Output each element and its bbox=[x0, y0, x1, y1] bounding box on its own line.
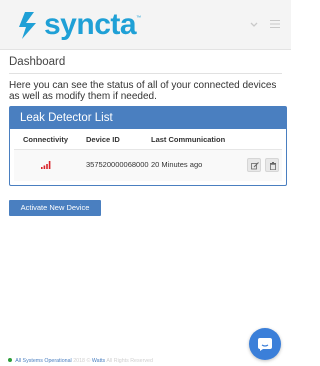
table-row[interactable]: 357520000068000 20 Minutes ago bbox=[14, 149, 282, 181]
title-divider bbox=[9, 73, 282, 74]
copyright-year: 2018 © bbox=[73, 358, 91, 364]
hamburger-menu-icon[interactable] bbox=[269, 18, 281, 30]
column-header-last-communication: Last Communication bbox=[151, 135, 226, 144]
app-header: syncta ™ bbox=[0, 0, 291, 50]
panel-title: Leak Detector List bbox=[10, 107, 286, 129]
leak-detector-panel: Leak Detector List Connectivity Device I… bbox=[9, 106, 287, 186]
last-communication-cell: 20 Minutes ago bbox=[151, 160, 203, 169]
trash-icon bbox=[270, 162, 276, 170]
table-header: Connectivity Device ID Last Communicatio… bbox=[10, 129, 286, 149]
activate-new-device-button[interactable]: Activate New Device bbox=[9, 200, 101, 216]
column-header-device-id: Device ID bbox=[86, 135, 120, 144]
intro-text: Here you can see the status of all of yo… bbox=[9, 80, 277, 102]
rights-text: All Rights Reserved bbox=[106, 358, 153, 364]
brand-link[interactable]: Watts bbox=[92, 358, 105, 364]
chat-button[interactable] bbox=[249, 328, 281, 360]
chevron-down-icon[interactable] bbox=[247, 17, 261, 31]
logo-trademark: ™ bbox=[136, 15, 142, 21]
page-title: Dashboard bbox=[9, 56, 66, 68]
logo-text: syncta bbox=[44, 8, 137, 41]
system-status-link[interactable]: All Systems Operational bbox=[15, 358, 72, 364]
delete-button[interactable] bbox=[265, 158, 279, 172]
column-header-connectivity: Connectivity bbox=[23, 135, 69, 144]
edit-icon bbox=[251, 162, 259, 170]
syncta-logo[interactable]: syncta ™ bbox=[16, 9, 141, 41]
signal-bars-icon bbox=[41, 161, 51, 169]
chat-bubble-icon bbox=[258, 338, 272, 351]
device-id-cell: 357520000068000 bbox=[86, 160, 149, 169]
syncta-logo-icon bbox=[19, 12, 36, 39]
footer: All Systems Operational 2018 © Watts All… bbox=[8, 357, 153, 364]
edit-button[interactable] bbox=[247, 158, 261, 172]
status-dot-icon bbox=[8, 357, 12, 362]
